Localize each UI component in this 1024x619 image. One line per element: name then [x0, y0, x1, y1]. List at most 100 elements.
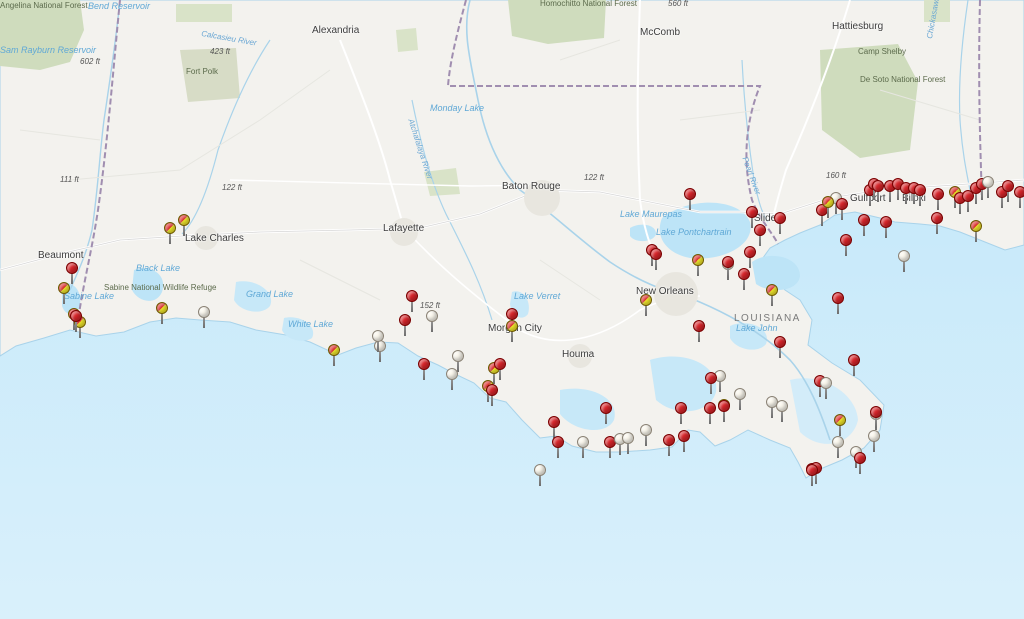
- gauge-marker-red[interactable]: [754, 224, 766, 246]
- gauge-marker-white[interactable]: [622, 432, 634, 454]
- marker-head-icon: [722, 256, 734, 268]
- marker-head-icon: [822, 196, 834, 208]
- gauge-marker-red[interactable]: [678, 430, 690, 452]
- gauge-marker-red[interactable]: [1002, 180, 1014, 202]
- gauge-marker-split[interactable]: [766, 284, 778, 306]
- gauge-marker-white[interactable]: [372, 330, 384, 352]
- marker-head-icon: [372, 330, 384, 342]
- marker-head-icon: [640, 294, 652, 306]
- gauge-marker-white[interactable]: [446, 368, 458, 390]
- water-label: Lake Maurepas: [620, 209, 683, 219]
- gauge-marker-red[interactable]: [858, 214, 870, 236]
- green-patch-3: [396, 28, 418, 52]
- gauge-marker-red[interactable]: [880, 216, 892, 238]
- gauge-marker-red[interactable]: [806, 464, 818, 486]
- gauge-marker-split[interactable]: [640, 294, 652, 316]
- gauge-marker-red[interactable]: [494, 358, 506, 380]
- gauge-marker-red[interactable]: [406, 290, 418, 312]
- city-label: Lake Charles: [185, 233, 244, 244]
- gauge-marker-red[interactable]: [932, 188, 944, 210]
- gauge-marker-red[interactable]: [914, 184, 926, 206]
- gauge-marker-red[interactable]: [684, 188, 696, 210]
- map-view[interactable]: Alexandria McComb Hattiesburg Baton Rouge La…: [0, 0, 1024, 619]
- gauge-marker-red[interactable]: [870, 406, 882, 428]
- gauge-marker-red[interactable]: [872, 180, 884, 202]
- gauge-marker-split[interactable]: [58, 282, 70, 304]
- marker-head-icon: [880, 216, 892, 228]
- gauge-marker-white[interactable]: [640, 424, 652, 446]
- gauge-marker-red[interactable]: [650, 248, 662, 270]
- park-label: Sabine National Wildlife Refuge: [104, 283, 217, 292]
- gauge-marker-red[interactable]: [548, 416, 560, 438]
- gauge-marker-red[interactable]: [705, 372, 717, 394]
- gauge-marker-white[interactable]: [577, 436, 589, 458]
- gauge-marker-split[interactable]: [692, 254, 704, 276]
- gauge-marker-split[interactable]: [164, 222, 176, 244]
- gauge-marker-white[interactable]: [198, 306, 210, 328]
- marker-head-icon: [675, 402, 687, 414]
- gauge-marker-white[interactable]: [982, 176, 994, 198]
- gauge-marker-white[interactable]: [898, 250, 910, 272]
- marker-head-icon: [70, 310, 82, 322]
- water-label: Sam Rayburn Reservoir: [0, 45, 97, 55]
- marker-head-icon: [486, 384, 498, 396]
- gauge-marker-red[interactable]: [718, 400, 730, 422]
- gauge-marker-white[interactable]: [734, 388, 746, 410]
- gauge-marker-red[interactable]: [600, 402, 612, 424]
- gauge-marker-split[interactable]: [506, 320, 518, 342]
- lake-maurepas-shape: [630, 224, 656, 242]
- gauge-marker-red[interactable]: [66, 262, 78, 284]
- gauge-marker-split[interactable]: [156, 302, 168, 324]
- marker-head-icon: [577, 436, 589, 448]
- marker-head-icon: [931, 212, 943, 224]
- gauge-marker-split[interactable]: [178, 214, 190, 236]
- city-label: Hattiesburg: [832, 21, 884, 32]
- gauge-marker-white[interactable]: [534, 464, 546, 486]
- gauge-marker-red[interactable]: [840, 234, 852, 256]
- gauge-marker-red[interactable]: [486, 384, 498, 406]
- gauge-marker-split[interactable]: [970, 220, 982, 242]
- gauge-marker-white[interactable]: [776, 400, 788, 422]
- marker-head-icon: [834, 414, 846, 426]
- green-patch-1: [176, 4, 232, 22]
- gauge-marker-red[interactable]: [738, 268, 750, 290]
- marker-head-icon: [914, 184, 926, 196]
- city-label: Alexandria: [312, 25, 360, 36]
- gauge-marker-red[interactable]: [774, 336, 786, 358]
- gauge-marker-red[interactable]: [848, 354, 860, 376]
- elevation-label: 560 ft: [668, 0, 689, 8]
- gauge-marker-red[interactable]: [552, 436, 564, 458]
- gauge-marker-red[interactable]: [722, 256, 734, 278]
- gauge-marker-red[interactable]: [693, 320, 705, 342]
- marker-head-icon: [832, 436, 844, 448]
- gauge-marker-red[interactable]: [704, 402, 716, 424]
- gauge-marker-white[interactable]: [820, 377, 832, 399]
- marker-head-icon: [848, 354, 860, 366]
- gauge-marker-split[interactable]: [328, 344, 340, 366]
- gauge-marker-red[interactable]: [70, 310, 82, 332]
- gauge-marker-red[interactable]: [836, 198, 848, 220]
- gauge-marker-red[interactable]: [931, 212, 943, 234]
- marker-head-icon: [552, 436, 564, 448]
- gauge-marker-white[interactable]: [832, 436, 844, 458]
- gauge-marker-red[interactable]: [854, 452, 866, 474]
- marker-head-icon: [66, 262, 78, 274]
- gauge-marker-red[interactable]: [1014, 186, 1024, 208]
- gauge-marker-white[interactable]: [426, 310, 438, 332]
- gauge-marker-red[interactable]: [399, 314, 411, 336]
- marker-head-icon: [452, 350, 464, 362]
- gauge-marker-red[interactable]: [675, 402, 687, 424]
- marker-head-icon: [754, 224, 766, 236]
- marker-head-icon: [506, 320, 518, 332]
- gauge-marker-red[interactable]: [832, 292, 844, 314]
- marker-head-icon: [693, 320, 705, 332]
- gauge-marker-red[interactable]: [774, 212, 786, 234]
- water-label: Grand Lake: [246, 289, 294, 299]
- gauge-marker-split[interactable]: [822, 196, 834, 218]
- gauge-marker-white[interactable]: [868, 430, 880, 452]
- gauge-marker-red[interactable]: [744, 246, 756, 268]
- gauge-marker-red[interactable]: [418, 358, 430, 380]
- gauge-marker-red[interactable]: [663, 434, 675, 456]
- gauge-marker-split[interactable]: [834, 414, 846, 436]
- marker-head-icon: [774, 212, 786, 224]
